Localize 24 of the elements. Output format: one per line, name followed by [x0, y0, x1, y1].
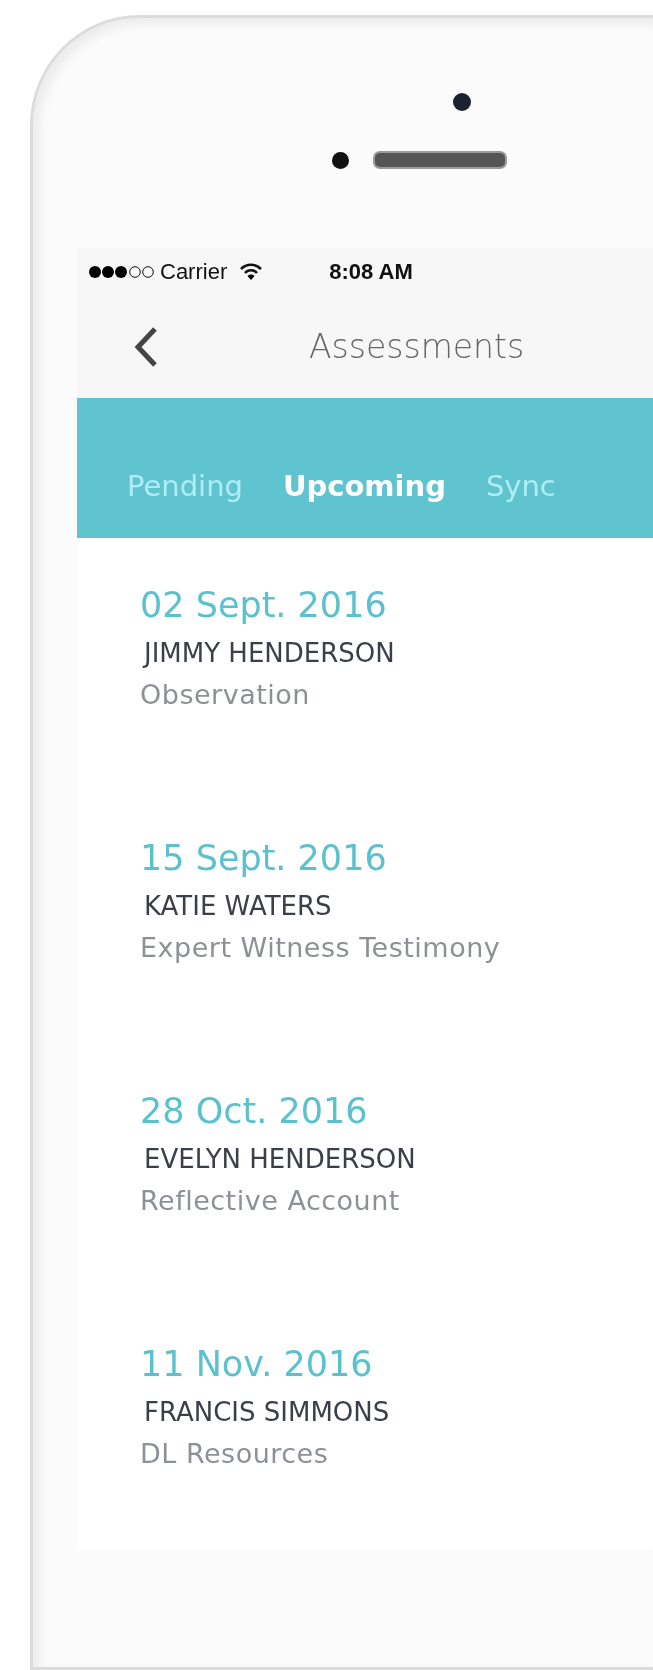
back-chevron-icon[interactable]	[133, 325, 159, 368]
sensor-icon	[332, 151, 349, 169]
wifi-icon	[239, 262, 264, 281]
assessment-date: 02 Sept. 2016	[140, 584, 387, 627]
assessment-date: 28 Oct. 2016	[140, 1090, 368, 1133]
assessment-date: 11 Nov. 2016	[140, 1343, 373, 1386]
clock-time: 8:08 AM	[329, 258, 413, 285]
screen-title: Assessments	[309, 327, 525, 367]
signal-icon	[88, 264, 156, 279]
assessment-type: Observation	[140, 678, 310, 712]
tab[interactable]: Sync	[485, 469, 556, 503]
person-name: EVELYN HENDERSON	[144, 1143, 416, 1176]
speaker-icon	[373, 151, 507, 169]
assessment-type: DL Resources	[140, 1437, 329, 1471]
person-name: KATIE WATERS	[144, 890, 332, 923]
assessment-type: Reflective Account	[140, 1184, 400, 1218]
carrier-label: Carrier	[160, 258, 228, 285]
tab[interactable]: Pending	[127, 469, 243, 503]
tab[interactable]: Upcoming	[282, 469, 446, 503]
person-name: FRANCIS SIMMONS	[144, 1396, 390, 1429]
assessment-date: 15 Sept. 2016	[140, 837, 387, 880]
camera-icon	[453, 93, 471, 111]
assessment-type: Expert Witness Testimony	[140, 931, 501, 965]
person-name: JIMMY HENDERSON	[144, 637, 395, 670]
